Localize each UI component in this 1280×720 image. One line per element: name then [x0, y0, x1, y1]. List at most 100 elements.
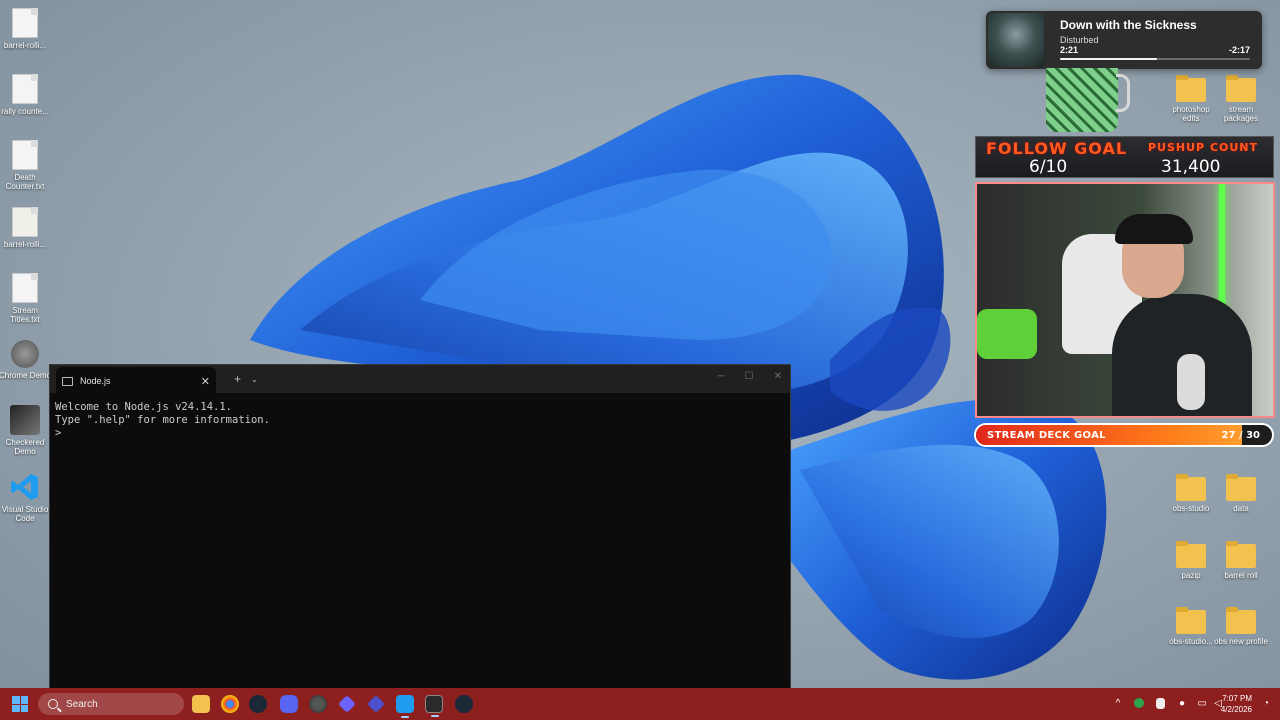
- terminal-tab[interactable]: Node.js ✕: [56, 367, 216, 395]
- clock-time: 7:07 PM: [1222, 694, 1252, 703]
- desktop-icon-label: Checkered Demo: [5, 438, 45, 456]
- minimize-icon[interactable]: ─: [718, 371, 725, 382]
- text-file-icon: [12, 140, 38, 170]
- tray-app-icon[interactable]: [1134, 698, 1144, 708]
- discord-icon[interactable]: [280, 695, 298, 713]
- text-file-icon: [12, 273, 38, 303]
- desktop-icon[interactable]: obs-studio...: [1163, 606, 1219, 646]
- desktop-icon[interactable]: barrel roll: [1213, 540, 1269, 580]
- desktop-icon-label: obs-studio...: [1169, 637, 1213, 646]
- desktop-icon[interactable]: data: [1213, 473, 1269, 513]
- desktop-icon[interactable]: barrel-rolli...: [0, 207, 53, 249]
- file-explorer-icon[interactable]: [192, 695, 210, 713]
- terminal-taskbar-icon[interactable]: [425, 695, 443, 717]
- terminal-titlebar[interactable]: Node.js ✕ + ⌄ ─ ☐ ✕: [50, 365, 790, 395]
- start-button[interactable]: [12, 696, 28, 712]
- window-controls: ─ ☐ ✕: [718, 371, 782, 382]
- song-artist: Disturbed: [1060, 35, 1099, 45]
- tray-app-icon[interactable]: [1156, 698, 1165, 709]
- webcam-pillow: [977, 309, 1037, 359]
- desktop-icon[interactable]: Death Counter.txt: [0, 140, 53, 191]
- json-file-icon: [12, 207, 38, 237]
- terminal-tab-title: Node.js: [80, 376, 111, 386]
- streamer-cap: [1115, 214, 1193, 244]
- text-file-icon: [12, 74, 38, 104]
- mug-overlay: [1046, 68, 1118, 132]
- elapsed-time: 2:21: [1060, 45, 1079, 55]
- search-placeholder: Search: [66, 698, 98, 710]
- pushup-count-title: PUSHUP COUNT: [1148, 141, 1259, 154]
- desktop-icon-label: barrel-rolli...: [3, 41, 47, 50]
- folder-icon: [1226, 75, 1256, 102]
- clock-date: 4/2/2026: [1220, 705, 1252, 714]
- steam-icon[interactable]: [455, 695, 473, 713]
- remaining-time: -2:17: [1228, 45, 1250, 55]
- album-art: [988, 13, 1044, 67]
- desktop-icon-label: obs new profile: [1214, 637, 1268, 646]
- folder-icon: [1176, 541, 1206, 568]
- folder-icon: [1176, 607, 1206, 634]
- tab-dropdown-button[interactable]: ⌄: [251, 375, 258, 384]
- desktop-icon-label: barrel roll: [1224, 571, 1258, 580]
- desktop-icon-label: obs-studio: [1172, 504, 1210, 513]
- maximize-icon[interactable]: ☐: [745, 371, 754, 382]
- desktop-icon-label: Chrome Demo: [0, 371, 51, 380]
- mug-handle: [1116, 74, 1130, 112]
- microphone: [1177, 354, 1205, 410]
- song-progress-fill: [1060, 58, 1157, 60]
- app-shortcut-icon: [11, 340, 39, 368]
- terminal-line: Type ".help" for more information.: [55, 414, 270, 426]
- new-tab-button[interactable]: +: [234, 372, 241, 386]
- desktop-icon-label: pazip: [1181, 571, 1201, 580]
- webcam-feed: [975, 182, 1275, 418]
- stream-deck-goal-title: STREAM DECK GOAL: [987, 430, 1106, 441]
- chevron-up-icon[interactable]: ^: [1112, 698, 1124, 710]
- song-title: Down with the Sickness: [1060, 18, 1197, 32]
- folder-icon: [1176, 474, 1206, 501]
- desktop-icon[interactable]: Chrome Demo: [0, 340, 53, 380]
- desktop-icon-label: stream packages: [1223, 105, 1259, 123]
- text-file-icon: [12, 8, 38, 38]
- desktop-icon[interactable]: stream packages: [1213, 74, 1269, 123]
- taskbar-clock[interactable]: 7:07 PM 4/2/2026: [1221, 693, 1252, 715]
- vscode-icon: [10, 472, 40, 502]
- app-icon[interactable]: [367, 695, 385, 713]
- folder-icon: [1226, 474, 1256, 501]
- vscode-taskbar-icon[interactable]: [396, 695, 414, 718]
- close-icon[interactable]: ✕: [774, 371, 782, 382]
- notification-icon[interactable]: ◔: [1260, 698, 1272, 710]
- desktop-icon-label: Visual Studio Code: [1, 505, 49, 523]
- desktop-icon-label: rally counte...: [1, 107, 49, 116]
- desktop-icon[interactable]: Visual Studio Code: [0, 472, 53, 523]
- pushup-count-value: 31,400: [1161, 157, 1221, 177]
- desktop-icon[interactable]: obs new profile: [1213, 606, 1269, 646]
- desktop-icon[interactable]: rally counte...: [0, 74, 53, 116]
- follow-goal-value: 6/10: [1029, 157, 1068, 177]
- stream-deck-goal-bar: STREAM DECK GOAL 27 / 30: [974, 423, 1274, 447]
- close-tab-button[interactable]: ✕: [201, 375, 210, 388]
- steam-icon[interactable]: [249, 695, 267, 713]
- terminal-prompt[interactable]: >: [55, 427, 785, 440]
- terminal-window[interactable]: Node.js ✕ + ⌄ ─ ☐ ✕ Welcome to Node.js v…: [49, 364, 791, 694]
- display-icon[interactable]: ▭: [1196, 698, 1208, 710]
- terminal-output[interactable]: Welcome to Node.js v24.14.1. Type ".help…: [50, 393, 790, 448]
- desktop-icon[interactable]: Checkered Demo: [0, 405, 53, 456]
- desktop-icon[interactable]: barrel-rolli...: [0, 8, 53, 50]
- desktop-icon[interactable]: photoshop edits: [1163, 74, 1219, 123]
- goal-panel: FOLLOW GOAL PUSHUP COUNT 6/10 31,400: [975, 136, 1274, 178]
- desktop-icon[interactable]: pazip: [1163, 540, 1219, 580]
- stream-deck-goal-count: 27 / 30: [1221, 430, 1260, 441]
- taskbar: Search ^ ● ▭ ◁ 7:07 PM 4/2/2026 ◔: [0, 688, 1280, 720]
- search-icon: [48, 699, 58, 709]
- desktop-icon-label: Death Counter.txt: [5, 173, 45, 191]
- desktop-icon-label: data: [1233, 504, 1249, 513]
- folder-icon: [1226, 607, 1256, 634]
- app-icon[interactable]: [338, 695, 356, 713]
- taskbar-search[interactable]: Search: [38, 693, 184, 715]
- desktop-icon[interactable]: Stream Titles.txt: [0, 273, 53, 324]
- microphone-icon[interactable]: ●: [1176, 698, 1188, 710]
- desktop-icon-label: barrel-rolli...: [3, 240, 47, 249]
- chrome-icon[interactable]: [221, 695, 239, 713]
- obs-icon[interactable]: [309, 695, 327, 713]
- desktop-icon[interactable]: obs-studio: [1163, 473, 1219, 513]
